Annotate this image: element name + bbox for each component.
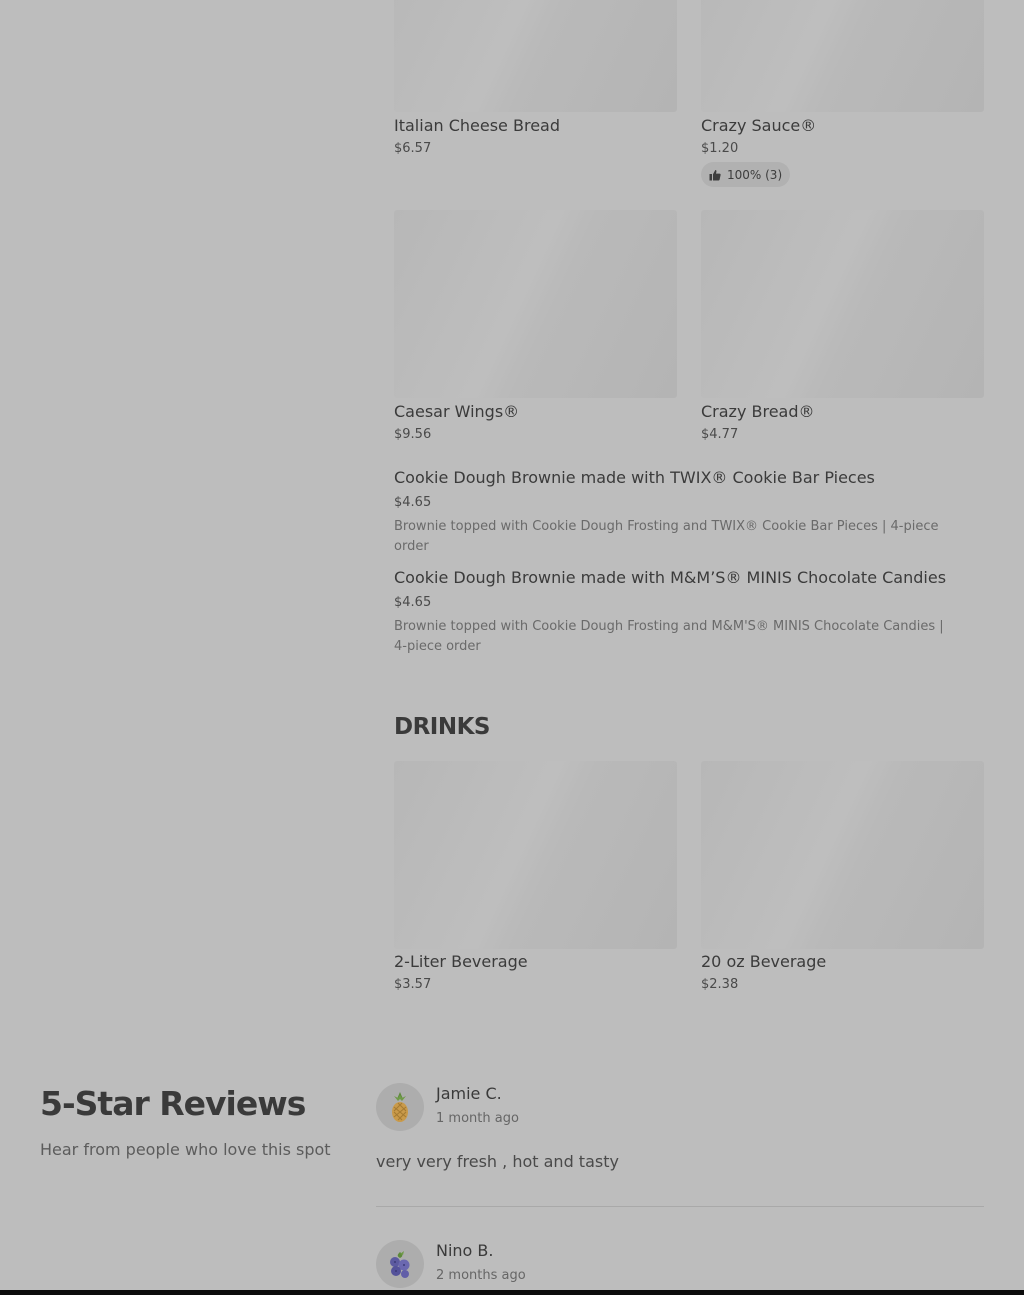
reviews-subtitle: Hear from people who love this spot <box>40 1140 331 1159</box>
menu-item-title[interactable]: 20 oz Beverage <box>701 952 826 971</box>
menu-item-price: $3.57 <box>394 977 432 992</box>
menu-item-price: $4.77 <box>701 427 739 442</box>
menu-item-price: $2.38 <box>701 977 739 992</box>
reviewer-avatar <box>376 1083 424 1131</box>
menu-item-description: Brownie topped with Cookie Dough Frostin… <box>394 619 944 654</box>
menu-item-description: Brownie topped with Cookie Dough Frostin… <box>394 519 939 554</box>
review-date: 2 months ago <box>436 1268 526 1283</box>
reviewer-avatar <box>376 1240 424 1288</box>
menu-item-price: $9.56 <box>394 427 432 442</box>
italian-cheese-bread-image[interactable] <box>394 0 677 112</box>
crazy-sauce-image[interactable] <box>701 0 984 112</box>
rating-text: 100% (3) <box>727 167 783 182</box>
review-divider <box>376 1206 984 1207</box>
menu-item-title[interactable]: Italian Cheese Bread <box>394 116 560 135</box>
thumbs-up-icon <box>709 169 721 180</box>
menu-item-title[interactable]: Crazy Bread® <box>701 402 815 421</box>
rating-badge: 100% (3) <box>701 162 791 187</box>
20-oz-beverage-image[interactable] <box>701 761 984 949</box>
menu-item-title[interactable]: Crazy Sauce® <box>701 116 816 135</box>
blueberries-icon <box>390 1251 410 1278</box>
menu-item-price: $4.65 <box>394 495 432 510</box>
review-date: 1 month ago <box>436 1111 519 1126</box>
reviews-heading: 5-Star Reviews <box>40 1084 306 1123</box>
menu-item-title[interactable]: Cookie Dough Brownie made with TWIX® Coo… <box>394 468 875 487</box>
pineapple-icon <box>392 1092 408 1122</box>
reviewer-name: Jamie C. <box>436 1084 502 1103</box>
reviewer-name: Nino B. <box>436 1241 494 1260</box>
bottom-edge-bar <box>0 1290 1024 1295</box>
menu-item-price: $1.20 <box>701 141 739 156</box>
drinks-section-heading: DRINKS <box>394 714 491 740</box>
caesar-wings-image[interactable] <box>394 210 677 398</box>
menu-item-title[interactable]: 2-Liter Beverage <box>394 952 528 971</box>
crazy-bread-image[interactable] <box>701 210 984 398</box>
menu-item-title[interactable]: Caesar Wings® <box>394 402 519 421</box>
menu-item-price: $6.57 <box>394 141 432 156</box>
review-text: very very fresh , hot and tasty <box>376 1152 619 1171</box>
menu-item-title[interactable]: Cookie Dough Brownie made with M&M’S® MI… <box>394 568 946 587</box>
two-liter-beverage-image[interactable] <box>394 761 677 949</box>
menu-item-price: $4.65 <box>394 595 432 610</box>
store-page: Italian Cheese Bread $6.57 Crazy Sauce® … <box>0 0 1024 1290</box>
